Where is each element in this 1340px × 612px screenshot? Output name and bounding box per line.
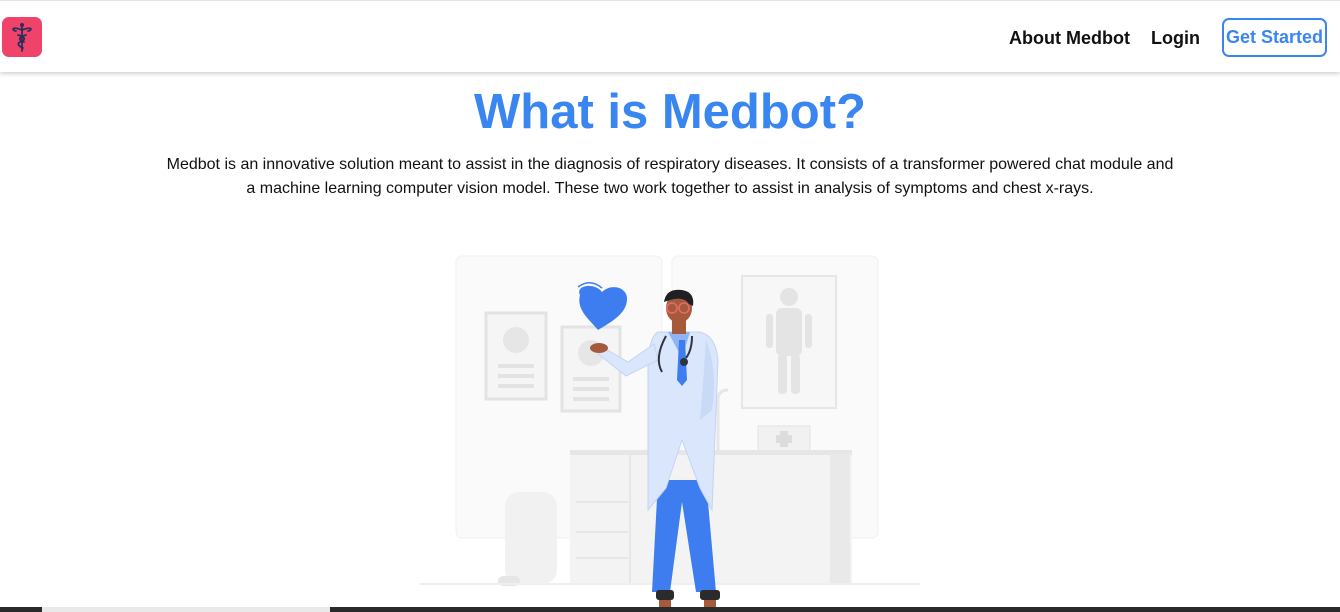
hero-description: Medbot is an innovative solution meant t… xyxy=(166,156,1174,197)
get-started-button[interactable]: Get Started xyxy=(1222,18,1327,57)
bottom-edge-segment xyxy=(42,607,330,612)
nav-link-login[interactable]: Login xyxy=(1151,27,1200,49)
navbar: About Medbot Login Get Started xyxy=(0,0,1340,72)
nav-link-about-medbot[interactable]: About Medbot xyxy=(1009,27,1130,49)
page-title: What is Medbot? xyxy=(474,85,866,139)
caduceus-icon xyxy=(12,23,32,52)
doctor-holding-heart-illustration xyxy=(420,255,920,608)
medbot-logo[interactable] xyxy=(2,17,42,57)
